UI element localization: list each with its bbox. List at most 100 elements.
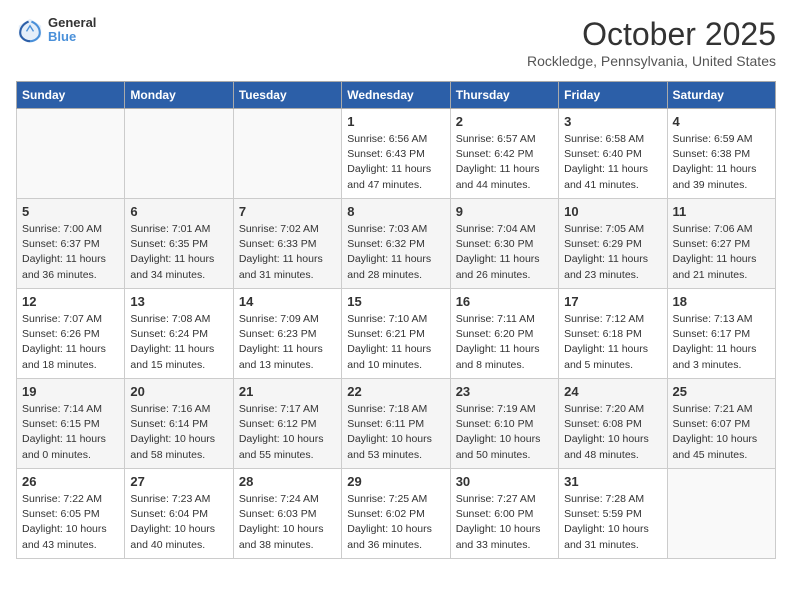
calendar-cell: 11Sunrise: 7:06 AM Sunset: 6:27 PM Dayli… [667,199,775,289]
day-number: 15 [347,294,444,309]
page-header: General Blue October 2025 Rockledge, Pen… [16,16,776,69]
calendar-cell: 18Sunrise: 7:13 AM Sunset: 6:17 PM Dayli… [667,289,775,379]
day-number: 24 [564,384,661,399]
calendar-cell: 27Sunrise: 7:23 AM Sunset: 6:04 PM Dayli… [125,469,233,559]
day-info: Sunrise: 6:59 AM Sunset: 6:38 PM Dayligh… [673,132,770,193]
calendar-cell: 22 Sunrise: 7:18 AM Sunset: 6:11 PM Dayli… [342,379,450,469]
day-number: 22 [347,384,444,399]
day-number: 21 [239,384,336,399]
day-info: Sunrise: 7:17 AM Sunset: 6:12 PM Dayligh… [239,402,336,463]
day-number: 19 [22,384,119,399]
day-number: 28 [239,474,336,489]
day-number: 26 [22,474,119,489]
day-number: 5 [22,204,119,219]
day-info: Sunrise: 7:09 AM Sunset: 6:23 PM Dayligh… [239,312,336,373]
calendar-week-1: 1Sunrise: 6:56 AM Sunset: 6:43 PM Daylig… [17,109,776,199]
day-header-thursday: Thursday [450,82,558,109]
calendar-cell: 14 Sunrise: 7:09 AM Sunset: 6:23 PM Dayli… [233,289,341,379]
calendar-cell: 2 Sunrise: 6:57 AM Sunset: 6:42 PM Daylig… [450,109,558,199]
calendar-cell: 9Sunrise: 7:04 AM Sunset: 6:30 PM Daylig… [450,199,558,289]
calendar-cell: 3 Sunrise: 6:58 AM Sunset: 6:40 PM Daylig… [559,109,667,199]
calendar-cell: 15 Sunrise: 7:10 AM Sunset: 6:21 PM Dayli… [342,289,450,379]
day-header-tuesday: Tuesday [233,82,341,109]
calendar-cell: 20 Sunrise: 7:16 AM Sunset: 6:14 PM Dayli… [125,379,233,469]
day-info: Sunrise: 7:16 AM Sunset: 6:14 PM Dayligh… [130,402,227,463]
calendar-cell: 6 Sunrise: 7:01 AM Sunset: 6:35 PM Daylig… [125,199,233,289]
day-info: Sunrise: 6:57 AM Sunset: 6:42 PM Dayligh… [456,132,553,193]
day-info: Sunrise: 7:07 AM Sunset: 6:26 PM Dayligh… [22,312,119,373]
calendar-cell: 1Sunrise: 6:56 AM Sunset: 6:43 PM Daylig… [342,109,450,199]
logo-line1: General [48,16,96,30]
day-info: Sunrise: 7:24 AM Sunset: 6:03 PM Dayligh… [239,492,336,553]
calendar-week-4: 19 Sunrise: 7:14 AM Sunset: 6:15 PM Dayli… [17,379,776,469]
day-info: Sunrise: 7:28 AM Sunset: 5:59 PM Dayligh… [564,492,661,553]
logo-text: General Blue [48,16,96,45]
calendar-table: SundayMondayTuesdayWednesdayThursdayFrid… [16,81,776,559]
day-info: Sunrise: 7:18 AM Sunset: 6:11 PM Dayligh… [347,402,444,463]
day-info: Sunrise: 7:00 AM Sunset: 6:37 PM Dayligh… [22,222,119,283]
day-info: Sunrise: 7:05 AM Sunset: 6:29 PM Dayligh… [564,222,661,283]
day-number: 13 [130,294,227,309]
day-info: Sunrise: 7:23 AM Sunset: 6:04 PM Dayligh… [130,492,227,553]
logo: General Blue [16,16,96,45]
calendar-cell [125,109,233,199]
day-header-saturday: Saturday [667,82,775,109]
day-number: 20 [130,384,227,399]
day-info: Sunrise: 7:14 AM Sunset: 6:15 PM Dayligh… [22,402,119,463]
day-number: 8 [347,204,444,219]
calendar-cell [667,469,775,559]
day-info: Sunrise: 7:10 AM Sunset: 6:21 PM Dayligh… [347,312,444,373]
day-info: Sunrise: 7:11 AM Sunset: 6:20 PM Dayligh… [456,312,553,373]
day-number: 3 [564,114,661,129]
calendar-cell: 8 Sunrise: 7:03 AM Sunset: 6:32 PM Daylig… [342,199,450,289]
calendar-cell: 31 Sunrise: 7:28 AM Sunset: 5:59 PM Dayli… [559,469,667,559]
calendar-week-2: 5 Sunrise: 7:00 AM Sunset: 6:37 PM Daylig… [17,199,776,289]
month-title: October 2025 [527,16,776,53]
calendar-cell: 25Sunrise: 7:21 AM Sunset: 6:07 PM Dayli… [667,379,775,469]
day-info: Sunrise: 7:08 AM Sunset: 6:24 PM Dayligh… [130,312,227,373]
calendar-cell: 4 Sunrise: 6:59 AM Sunset: 6:38 PM Daylig… [667,109,775,199]
calendar-cell: 13 Sunrise: 7:08 AM Sunset: 6:24 PM Dayli… [125,289,233,379]
day-header-friday: Friday [559,82,667,109]
day-number: 6 [130,204,227,219]
header-row: SundayMondayTuesdayWednesdayThursdayFrid… [17,82,776,109]
day-number: 11 [673,204,770,219]
day-info: Sunrise: 7:20 AM Sunset: 6:08 PM Dayligh… [564,402,661,463]
day-number: 17 [564,294,661,309]
day-header-wednesday: Wednesday [342,82,450,109]
day-number: 14 [239,294,336,309]
calendar-cell: 10Sunrise: 7:05 AM Sunset: 6:29 PM Dayli… [559,199,667,289]
calendar-cell: 28 Sunrise: 7:24 AM Sunset: 6:03 PM Dayli… [233,469,341,559]
day-number: 18 [673,294,770,309]
day-number: 25 [673,384,770,399]
day-number: 31 [564,474,661,489]
calendar-cell: 24 Sunrise: 7:20 AM Sunset: 6:08 PM Dayli… [559,379,667,469]
day-info: Sunrise: 7:04 AM Sunset: 6:30 PM Dayligh… [456,222,553,283]
calendar-cell: 17 Sunrise: 7:12 AM Sunset: 6:18 PM Dayli… [559,289,667,379]
calendar-cell: 5 Sunrise: 7:00 AM Sunset: 6:37 PM Daylig… [17,199,125,289]
logo-line2: Blue [48,30,96,44]
calendar-cell: 26Sunrise: 7:22 AM Sunset: 6:05 PM Dayli… [17,469,125,559]
calendar-cell [233,109,341,199]
day-number: 1 [347,114,444,129]
calendar-week-5: 26Sunrise: 7:22 AM Sunset: 6:05 PM Dayli… [17,469,776,559]
day-number: 4 [673,114,770,129]
calendar-cell [17,109,125,199]
day-number: 29 [347,474,444,489]
calendar-cell: 23Sunrise: 7:19 AM Sunset: 6:10 PM Dayli… [450,379,558,469]
calendar-cell: 12 Sunrise: 7:07 AM Sunset: 6:26 PM Dayli… [17,289,125,379]
day-number: 2 [456,114,553,129]
logo-icon [16,16,44,44]
day-number: 7 [239,204,336,219]
day-info: Sunrise: 7:19 AM Sunset: 6:10 PM Dayligh… [456,402,553,463]
day-info: Sunrise: 7:01 AM Sunset: 6:35 PM Dayligh… [130,222,227,283]
calendar-cell: 29Sunrise: 7:25 AM Sunset: 6:02 PM Dayli… [342,469,450,559]
day-info: Sunrise: 6:58 AM Sunset: 6:40 PM Dayligh… [564,132,661,193]
day-info: Sunrise: 7:03 AM Sunset: 6:32 PM Dayligh… [347,222,444,283]
day-header-monday: Monday [125,82,233,109]
day-number: 12 [22,294,119,309]
day-info: Sunrise: 7:12 AM Sunset: 6:18 PM Dayligh… [564,312,661,373]
day-info: Sunrise: 7:27 AM Sunset: 6:00 PM Dayligh… [456,492,553,553]
calendar-cell: 7Sunrise: 7:02 AM Sunset: 6:33 PM Daylig… [233,199,341,289]
calendar-cell: 19 Sunrise: 7:14 AM Sunset: 6:15 PM Dayli… [17,379,125,469]
